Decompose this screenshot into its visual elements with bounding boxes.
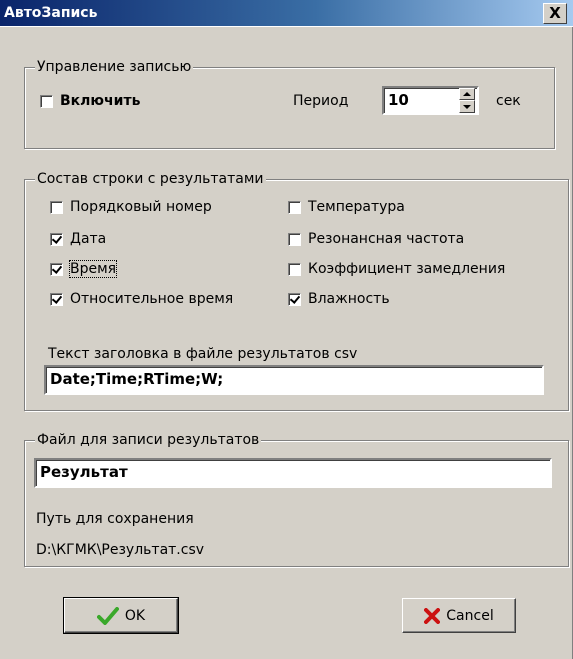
period-unit: сек <box>496 93 521 109</box>
results-file-legend: Файл для записи результатов <box>35 431 262 449</box>
option-relative-time[interactable]: Относительное время <box>50 291 233 307</box>
spin-down-button[interactable] <box>459 100 475 113</box>
checkbox-box[interactable] <box>50 232 63 246</box>
recording-control-legend: Управление записью <box>35 58 194 76</box>
checkbox-box[interactable] <box>50 200 63 214</box>
save-path-label: Путь для сохранения <box>36 511 194 527</box>
option-date[interactable]: Дата <box>50 231 106 247</box>
checkbox-label: Коэффициент замедления <box>308 261 506 277</box>
checkbox-label: Порядковый номер <box>70 199 212 215</box>
cancel-button-label: Cancel <box>446 607 494 624</box>
option-resonant-frequency[interactable]: Резонансная частота <box>288 231 464 247</box>
checkbox-box[interactable] <box>50 262 63 276</box>
file-name-input[interactable]: Результат <box>34 458 552 488</box>
checkbox-box[interactable] <box>288 232 301 246</box>
autorecord-dialog: АвтоЗапись X Управление записью Включить… <box>0 0 573 659</box>
checkbox-label: Относительное время <box>70 291 234 307</box>
checkbox-label: Температура <box>308 199 405 215</box>
checkbox-label: Резонансная частота <box>308 231 465 247</box>
enable-checkbox[interactable]: Включить <box>40 93 140 109</box>
checkbox-label: Влажность <box>308 291 390 307</box>
cross-icon <box>424 607 441 624</box>
option-time[interactable]: Время <box>50 260 118 278</box>
checkbox-label: Время <box>68 260 118 278</box>
enable-checkbox-box[interactable] <box>40 94 53 108</box>
checkmark-icon <box>96 606 119 625</box>
arrow-up-icon <box>463 92 471 96</box>
enable-checkbox-label: Включить <box>60 93 141 109</box>
csv-header-label: Текст заголовка в файле результатов csv <box>48 346 358 362</box>
checkbox-box[interactable] <box>288 262 301 276</box>
arrow-down-icon <box>463 104 471 109</box>
window-title: АвтоЗапись <box>4 5 98 21</box>
close-icon: X <box>549 4 561 22</box>
ok-button-label: OK <box>124 607 146 624</box>
option-humidity[interactable]: Влажность <box>288 291 390 307</box>
period-label: Период <box>293 93 349 109</box>
period-spinner[interactable] <box>459 88 475 113</box>
checkbox-box[interactable] <box>288 292 301 306</box>
close-button[interactable]: X <box>543 3 567 24</box>
csv-header-input[interactable]: Date;Time;RTime;W; <box>44 365 544 395</box>
title-bar[interactable]: АвтоЗапись X <box>0 0 573 27</box>
checkbox-box[interactable] <box>288 200 301 214</box>
checkbox-label: Дата <box>70 231 107 247</box>
spin-up-button[interactable] <box>459 88 475 100</box>
cancel-button[interactable]: Cancel <box>402 598 516 633</box>
save-path-value: D:\КГМК\Результат.csv <box>36 542 205 558</box>
option-temperature[interactable]: Температура <box>288 199 405 215</box>
ok-button[interactable]: OK <box>63 597 179 634</box>
option-sequence-number[interactable]: Порядковый номер <box>50 199 212 215</box>
result-row-legend: Состав строки с результатами <box>35 170 266 188</box>
option-deceleration-coefficient[interactable]: Коэффициент замедления <box>288 261 505 277</box>
checkbox-box[interactable] <box>50 292 63 306</box>
